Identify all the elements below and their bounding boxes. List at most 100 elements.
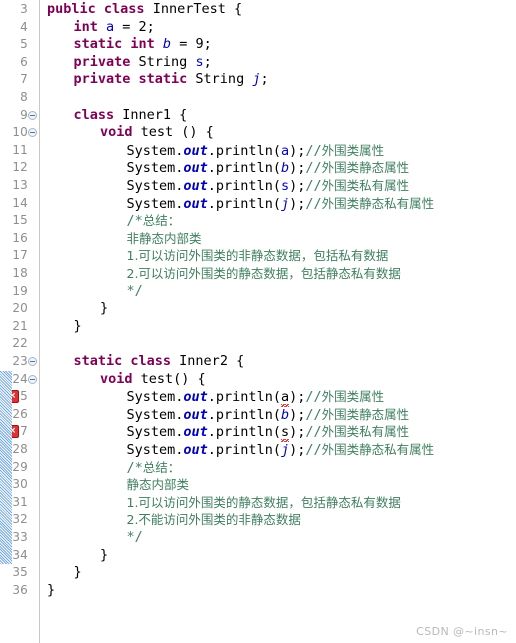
code-line[interactable]: 静态内部类 xyxy=(41,476,516,494)
code-line[interactable]: System.out.println(s);//外围类私有属性 xyxy=(41,177,516,195)
code-token-plain: .println( xyxy=(207,142,281,159)
code-token-sfld: b xyxy=(280,160,290,177)
code-token-plain: System. xyxy=(126,406,184,423)
code-line[interactable]: } xyxy=(41,300,516,318)
code-token-err: s xyxy=(280,424,290,443)
fold-collapse-icon[interactable] xyxy=(28,353,39,371)
code-token-cmt: 2.不能访问外围类的非静态数据 xyxy=(126,512,301,528)
code-token-plain: System. xyxy=(126,142,184,159)
code-token-cmt: 总结： xyxy=(142,459,181,475)
code-token-mfld: out xyxy=(183,195,208,212)
line-number: 20 xyxy=(12,301,28,316)
code-line[interactable]: System.out.println(b);//外围类静态属性 xyxy=(41,406,516,424)
code-token-sfld: b xyxy=(280,406,290,423)
code-token-plain: ; xyxy=(203,53,212,70)
code-token-cmt: 外围类静态私有属性 xyxy=(321,442,435,457)
code-token-plain: ); xyxy=(289,389,306,406)
code-token-kw: class xyxy=(103,1,145,17)
line-number: 12 xyxy=(12,160,28,175)
code-line[interactable]: private static String j; xyxy=(41,71,516,89)
code-line[interactable]: 1.可以访问外围类的非静态数据，包括私有数据 xyxy=(41,247,516,265)
editor-gutter[interactable]: 3 4 5 6 7 8 9 10 11 12 13 14 15 16 17 18 19 20 21 22 23 24 25 ×… xyxy=(0,0,40,643)
code-token-sfld: j xyxy=(280,195,290,212)
code-token-plain: System. xyxy=(126,178,184,194)
fold-collapse-icon[interactable] xyxy=(28,124,39,142)
code-line[interactable]: private String s; xyxy=(41,54,516,72)
code-line[interactable]: } xyxy=(41,547,516,565)
code-token-kw: void xyxy=(100,370,133,387)
line-number: 19 xyxy=(12,283,28,298)
code-token-cmtm: */ xyxy=(126,282,143,299)
fold-collapse-icon[interactable] xyxy=(28,107,39,125)
code-line[interactable]: static class Inner2 { xyxy=(41,353,516,371)
code-token-cmtm: // xyxy=(305,442,322,458)
code-line[interactable]: } xyxy=(41,318,516,336)
code-line[interactable]: System.out.println(a);//外围类属性 xyxy=(41,388,516,408)
code-line[interactable]: /*总结： xyxy=(41,459,516,477)
code-line[interactable]: System.out.println(j);//外围类静态私有属性 xyxy=(41,441,516,459)
code-token-plain: .println( xyxy=(207,442,281,458)
code-line[interactable]: void test() { xyxy=(41,371,516,389)
line-number: 3 xyxy=(20,2,28,16)
code-text-area[interactable]: public class InnerTest {int a = 2; static… xyxy=(41,0,516,643)
code-token-fld: s xyxy=(195,53,204,70)
code-line[interactable]: System.out.println(b);//外围类静态属性 xyxy=(41,159,516,177)
code-line[interactable]: class Inner1 { xyxy=(41,107,516,125)
code-line[interactable] xyxy=(41,89,516,107)
line-number: 21 xyxy=(12,318,28,333)
code-line[interactable]: System.out.println(j);//外围类静态私有属性 xyxy=(41,195,516,213)
code-editor[interactable]: 3 4 5 6 7 8 9 10 11 12 13 14 15 16 17 18 19 20 21 22 23 24 25 ×… xyxy=(0,0,516,643)
code-line[interactable]: 2.不能访问外围类的非静态数据 xyxy=(41,511,516,529)
code-line[interactable]: */ xyxy=(41,283,516,301)
code-token-kw: void xyxy=(100,124,133,141)
code-token-cmt: 总结： xyxy=(142,213,181,229)
code-token-cmt: 外围类静态属性 xyxy=(321,406,410,422)
code-token-cmt: 外围类属性 xyxy=(321,389,385,405)
line-number: 11 xyxy=(12,142,28,157)
code-line[interactable]: 2.可以访问外围类的静态数据，包括静态私有数据 xyxy=(41,265,516,283)
code-line[interactable]: } xyxy=(41,564,516,582)
code-line[interactable]: void test () { xyxy=(41,124,516,142)
code-line[interactable]: 1.可以访问外围类的静态数据，包括静态私有数据 xyxy=(41,494,516,512)
code-token-kw: int xyxy=(73,18,98,35)
code-token-plain: ); xyxy=(289,142,306,159)
code-token-cmtm: // xyxy=(305,389,322,406)
line-number: 36 xyxy=(12,582,28,597)
line-number: 10 xyxy=(12,125,28,140)
code-line[interactable]: */ xyxy=(41,529,516,547)
code-line[interactable]: 非静态内部类 xyxy=(41,230,516,248)
code-token-cmtm: /* xyxy=(126,459,143,476)
code-token-cmt: 1.可以访问外围类的非静态数据，包括私有数据 xyxy=(126,248,389,264)
code-token-cmtm: /* xyxy=(126,213,143,230)
code-token-cmtm: // xyxy=(305,160,322,177)
code-token-sfld: b xyxy=(162,36,172,53)
code-line[interactable]: int a = 2; xyxy=(41,19,516,37)
code-line[interactable]: /*总结： xyxy=(41,212,516,230)
code-line[interactable]: public class InnerTest { xyxy=(41,1,516,19)
change-indicator-bar xyxy=(0,370,12,565)
line-number: 7 xyxy=(20,72,28,87)
code-line[interactable]: } xyxy=(41,582,516,600)
code-token-plain: System. xyxy=(126,160,184,177)
code-line[interactable] xyxy=(41,335,516,353)
code-token-cmt: 静态内部类 xyxy=(126,477,190,493)
code-token-cmt: 外围类私有属性 xyxy=(321,424,410,440)
code-line[interactable]: System.out.println(a);//外围类属性 xyxy=(41,142,516,160)
code-token-cmt: 外围类静态属性 xyxy=(321,160,410,176)
code-token-plain: } xyxy=(47,581,56,598)
line-number: 4 xyxy=(20,19,28,34)
line-number: 8 xyxy=(20,90,28,104)
code-token-plain: System. xyxy=(126,195,184,212)
code-line[interactable]: System.out.println(s);//外围类私有属性 xyxy=(41,423,516,443)
csdn-watermark: CSDN @~insn~ xyxy=(416,625,508,638)
code-token-plain: Inner2 { xyxy=(171,353,245,369)
fold-collapse-icon[interactable] xyxy=(28,371,39,389)
code-token-mfld: out xyxy=(183,424,208,441)
code-token-plain: ); xyxy=(289,195,306,212)
code-token-cmtm: // xyxy=(305,142,322,159)
code-line[interactable]: static int b = 9; xyxy=(41,36,516,54)
code-token-mfld: out xyxy=(183,389,208,406)
code-token-cmtm: // xyxy=(305,424,322,441)
code-token-plain: } xyxy=(100,546,109,563)
